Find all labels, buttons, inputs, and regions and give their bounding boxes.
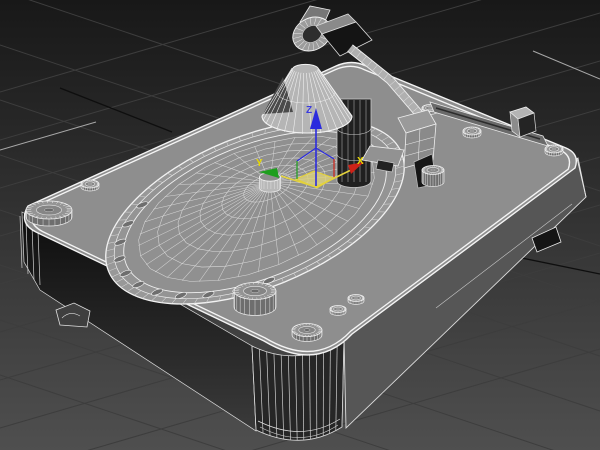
gizmo-y-label: Y [256,158,263,169]
gizmo-x-label: X [357,156,364,167]
knob-center [250,289,260,293]
knob-center [336,308,340,310]
knob-center [428,107,432,109]
knob-center [552,147,557,150]
knob-center [430,168,436,172]
knob-center [303,328,311,332]
knob-center [87,182,92,185]
gizmo-z-label: Z [306,105,312,116]
knob-center [354,297,358,299]
knob-center [44,207,54,212]
viewport-canvas[interactable]: X Y Z [0,0,600,450]
knob-center [470,129,475,132]
tonearm-rest-knob [421,165,445,187]
viewport-3d[interactable]: X Y Z [0,0,600,450]
